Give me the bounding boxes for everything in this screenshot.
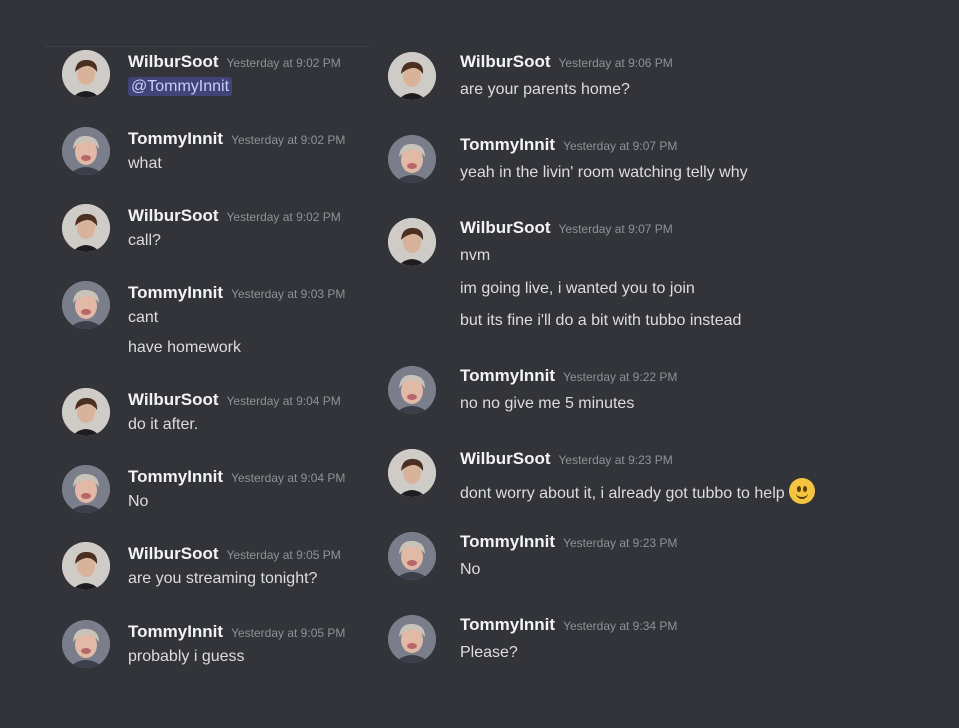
message-text: Please? (460, 644, 518, 661)
username[interactable]: TommyInnit (460, 532, 555, 551)
message-text: do it after. (128, 416, 199, 433)
chat-divider (45, 46, 370, 47)
avatar[interactable] (388, 52, 436, 100)
timestamp: Yesterday at 9:23 PM (558, 453, 673, 467)
message-text: call? (128, 232, 161, 249)
timestamp: Yesterday at 9:03 PM (231, 287, 346, 301)
timestamp: Yesterday at 9:02 PM (226, 210, 341, 224)
avatar[interactable] (62, 542, 110, 590)
avatar[interactable] (388, 449, 436, 497)
message-author[interactable]: WilburSoot Yesterday at 9:05 PM (128, 544, 341, 564)
avatar[interactable] (62, 50, 110, 98)
avatar[interactable] (388, 135, 436, 183)
message-author[interactable]: WilburSoot Yesterday at 9:02 PM (128, 52, 341, 72)
timestamp: Yesterday at 9:34 PM (563, 619, 678, 633)
timestamp: Yesterday at 9:04 PM (231, 471, 346, 485)
timestamp: Yesterday at 9:04 PM (226, 394, 341, 408)
avatar[interactable] (62, 465, 110, 513)
username[interactable]: WilburSoot (460, 449, 551, 468)
avatar[interactable] (388, 218, 436, 266)
avatar[interactable] (62, 281, 110, 329)
avatar[interactable] (388, 615, 436, 663)
emoji-mouth (795, 491, 808, 499)
timestamp: Yesterday at 9:02 PM (226, 56, 341, 70)
username[interactable]: TommyInnit (460, 366, 555, 385)
username[interactable]: TommyInnit (128, 622, 223, 641)
message-text: No (460, 561, 481, 578)
username[interactable]: TommyInnit (128, 283, 223, 302)
username[interactable]: TommyInnit (460, 615, 555, 634)
message-text: probably i guess (128, 648, 245, 665)
message-text: No (128, 493, 149, 510)
avatar[interactable] (388, 366, 436, 414)
avatar[interactable] (62, 204, 110, 252)
message-author[interactable]: WilburSoot Yesterday at 9:02 PM (128, 206, 341, 226)
message-text: @TommyInnit (128, 77, 233, 96)
message-author[interactable]: TommyInnit Yesterday at 9:22 PM (460, 366, 677, 386)
message-author[interactable]: WilburSoot Yesterday at 9:07 PM (460, 218, 673, 238)
username[interactable]: WilburSoot (460, 52, 551, 71)
message-text: cant (128, 309, 159, 326)
message-author[interactable]: TommyInnit Yesterday at 9:03 PM (128, 283, 345, 303)
message-author[interactable]: TommyInnit Yesterday at 9:05 PM (128, 622, 345, 642)
message-text: what (128, 155, 162, 172)
message-author[interactable]: TommyInnit Yesterday at 9:02 PM (128, 129, 345, 149)
avatar[interactable] (62, 127, 110, 175)
username[interactable]: WilburSoot (128, 390, 219, 409)
timestamp: Yesterday at 9:23 PM (563, 536, 678, 550)
message-text-content: dont worry about it, i already got tubbo… (460, 485, 785, 502)
message-author[interactable]: TommyInnit Yesterday at 9:34 PM (460, 615, 677, 635)
slight-smile-emoji[interactable] (788, 478, 815, 504)
user-mention[interactable]: @TommyInnit (128, 77, 233, 96)
message-text: yeah in the livin' room watching telly w… (460, 164, 748, 181)
message-text: but its fine i'll do a bit with tubbo in… (460, 312, 742, 329)
message-author[interactable]: WilburSoot Yesterday at 9:23 PM (460, 449, 673, 469)
username[interactable]: TommyInnit (128, 129, 223, 148)
message-text: no no give me 5 minutes (460, 395, 635, 412)
avatar[interactable] (62, 620, 110, 668)
message-text: im going live, i wanted you to join (460, 280, 695, 297)
timestamp: Yesterday at 9:22 PM (563, 370, 678, 384)
message-text: have homework (128, 339, 241, 356)
username[interactable]: WilburSoot (128, 544, 219, 563)
message-author[interactable]: TommyInnit Yesterday at 9:07 PM (460, 135, 677, 155)
timestamp: Yesterday at 9:07 PM (558, 222, 673, 236)
username[interactable]: TommyInnit (460, 135, 555, 154)
message-text: dont worry about it, i already got tubbo… (460, 478, 815, 504)
username[interactable]: TommyInnit (128, 467, 223, 486)
timestamp: Yesterday at 9:02 PM (231, 133, 346, 147)
message-text: are you streaming tonight? (128, 570, 318, 587)
message-author[interactable]: WilburSoot Yesterday at 9:04 PM (128, 390, 341, 410)
message-author[interactable]: TommyInnit Yesterday at 9:23 PM (460, 532, 677, 552)
avatar[interactable] (388, 532, 436, 580)
username[interactable]: WilburSoot (128, 206, 219, 225)
message-text: nvm (460, 247, 491, 264)
message-author[interactable]: TommyInnit Yesterday at 9:04 PM (128, 467, 345, 487)
timestamp: Yesterday at 9:05 PM (226, 548, 341, 562)
username[interactable]: WilburSoot (460, 218, 551, 237)
timestamp: Yesterday at 9:05 PM (231, 626, 346, 640)
username[interactable]: WilburSoot (128, 52, 219, 71)
message-text: are your parents home? (460, 81, 630, 98)
message-author[interactable]: WilburSoot Yesterday at 9:06 PM (460, 52, 673, 72)
avatar[interactable] (62, 388, 110, 436)
timestamp: Yesterday at 9:06 PM (558, 56, 673, 70)
timestamp: Yesterday at 9:07 PM (563, 139, 678, 153)
